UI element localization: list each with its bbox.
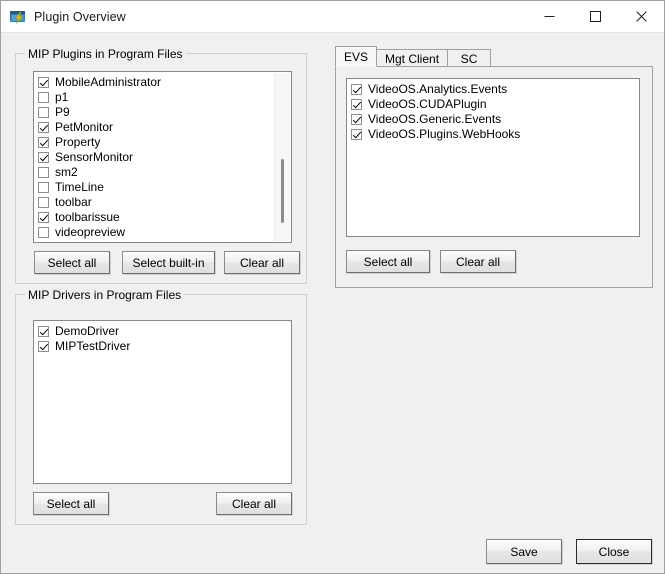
list-item-label: PetMonitor xyxy=(55,120,114,134)
checkbox-icon[interactable] xyxy=(351,129,362,140)
tab-select-all-button[interactable]: Select all xyxy=(346,250,430,273)
window-title: Plugin Overview xyxy=(34,9,126,24)
list-item-label: MIPTestDriver xyxy=(55,339,131,353)
list-item[interactable]: Property xyxy=(34,135,291,150)
checkbox-icon[interactable] xyxy=(38,77,49,88)
close-button[interactable] xyxy=(618,1,664,32)
list-item-label: VideoOS.Analytics.Events xyxy=(368,82,508,96)
mip-plugins-group-title: MIP Plugins in Program Files xyxy=(25,47,186,61)
plugins-select-builtin-button[interactable]: Select built-in xyxy=(122,251,215,274)
list-item-label: SensorMonitor xyxy=(55,150,134,164)
list-item-label: P9 xyxy=(55,105,70,119)
list-item-label: MobileAdministrator xyxy=(55,75,162,89)
list-item[interactable]: toolbarissue xyxy=(34,210,291,225)
checkbox-icon[interactable] xyxy=(351,114,362,125)
minimize-button[interactable] xyxy=(526,1,572,32)
list-item[interactable]: toolbar xyxy=(34,195,291,210)
list-item-label: VideoOS.CUDAPlugin xyxy=(368,97,487,111)
checkbox-icon[interactable] xyxy=(351,99,362,110)
tab-clear-all-button[interactable]: Clear all xyxy=(440,250,516,273)
list-item[interactable]: PetMonitor xyxy=(34,120,291,135)
checkbox-icon[interactable] xyxy=(38,152,49,163)
list-item[interactable]: VideoOS.Generic.Events xyxy=(347,112,639,127)
list-item-label: VideoOS.Generic.Events xyxy=(368,112,502,126)
list-item-label: p1 xyxy=(55,90,69,104)
titlebar: Plugin Overview xyxy=(1,1,664,33)
list-item[interactable]: SensorMonitor xyxy=(34,150,291,165)
list-item[interactable]: TimeLine xyxy=(34,180,291,195)
list-item-label: videopreview xyxy=(55,225,126,239)
checkbox-icon[interactable] xyxy=(38,122,49,133)
checkbox-icon[interactable] xyxy=(38,341,49,352)
list-item[interactable]: sm2 xyxy=(34,165,291,180)
list-item[interactable]: MobileAdministrator xyxy=(34,75,291,90)
checkbox-icon[interactable] xyxy=(38,326,49,337)
list-item[interactable]: DemoDriver xyxy=(34,324,291,339)
window-controls xyxy=(526,1,664,32)
tab-evs[interactable]: EVS xyxy=(335,46,378,67)
mip-drivers-group: MIP Drivers in Program Files DemoDriver … xyxy=(15,288,307,525)
plugin-overview-window: Plugin Overview MIP Plugins in Program F… xyxy=(0,0,665,574)
drivers-clear-all-button[interactable]: Clear all xyxy=(216,492,292,515)
list-item-label: toolbar xyxy=(55,195,92,209)
tab-mgt-client[interactable]: Mgt Client xyxy=(376,49,449,67)
mip-drivers-list: DemoDriver MIPTestDriver xyxy=(34,321,291,354)
tab-body: VideoOS.Analytics.Events VideoOS.CUDAPlu… xyxy=(335,66,653,288)
list-item-label: toolbarissue xyxy=(55,210,120,224)
list-item[interactable]: MIPTestDriver xyxy=(34,339,291,354)
checkbox-icon[interactable] xyxy=(38,92,49,103)
list-item[interactable]: P9 xyxy=(34,105,291,120)
list-item[interactable]: VideoOS.CUDAPlugin xyxy=(347,97,639,112)
list-item[interactable]: p1 xyxy=(34,90,291,105)
plugins-clear-all-button[interactable]: Clear all xyxy=(224,251,300,274)
tab-plugins-listbox[interactable]: VideoOS.Analytics.Events VideoOS.CUDAPlu… xyxy=(346,78,640,237)
checkbox-icon[interactable] xyxy=(38,212,49,223)
list-item-label: DemoDriver xyxy=(55,324,120,338)
mip-drivers-group-title: MIP Drivers in Program Files xyxy=(25,288,185,302)
tab-plugins-list: VideoOS.Analytics.Events VideoOS.CUDAPlu… xyxy=(347,79,639,142)
mip-plugins-listbox[interactable]: MobileAdministrator p1 P9 PetMonitor Pro… xyxy=(33,71,292,243)
checkbox-icon[interactable] xyxy=(38,137,49,148)
list-item-label: VideoOS.Plugins.WebHooks xyxy=(368,127,521,141)
list-item-label: Property xyxy=(55,135,101,149)
checkbox-icon[interactable] xyxy=(351,84,362,95)
plugins-scrollbar[interactable] xyxy=(274,73,290,241)
list-item-label: TimeLine xyxy=(55,180,104,194)
close-button-footer[interactable]: Close xyxy=(576,539,652,564)
list-item[interactable]: VideoOS.Plugins.WebHooks xyxy=(347,127,639,142)
maximize-button[interactable] xyxy=(572,1,618,32)
tab-strip: EVS Mgt Client SC xyxy=(335,46,492,67)
checkbox-icon[interactable] xyxy=(38,167,49,178)
plugin-tabs-panel: EVS Mgt Client SC VideoOS.Analytics.Even… xyxy=(335,46,653,288)
checkbox-icon[interactable] xyxy=(38,197,49,208)
list-item[interactable]: VideoOS.Analytics.Events xyxy=(347,82,639,97)
plugin-icon xyxy=(9,8,27,26)
list-item[interactable]: videopreview xyxy=(34,225,291,240)
mip-drivers-listbox[interactable]: DemoDriver MIPTestDriver xyxy=(33,320,292,484)
list-item-label: sm2 xyxy=(55,165,78,179)
mip-plugins-list: MobileAdministrator p1 P9 PetMonitor Pro… xyxy=(34,72,291,240)
mip-plugins-group: MIP Plugins in Program Files MobileAdmin… xyxy=(15,47,307,284)
checkbox-icon[interactable] xyxy=(38,182,49,193)
checkbox-icon[interactable] xyxy=(38,107,49,118)
checkbox-icon[interactable] xyxy=(38,227,49,238)
plugins-select-all-button[interactable]: Select all xyxy=(34,251,110,274)
drivers-select-all-button[interactable]: Select all xyxy=(33,492,109,515)
tab-sc[interactable]: SC xyxy=(447,49,492,67)
save-button[interactable]: Save xyxy=(486,539,562,564)
scrollbar-thumb[interactable] xyxy=(281,159,284,223)
